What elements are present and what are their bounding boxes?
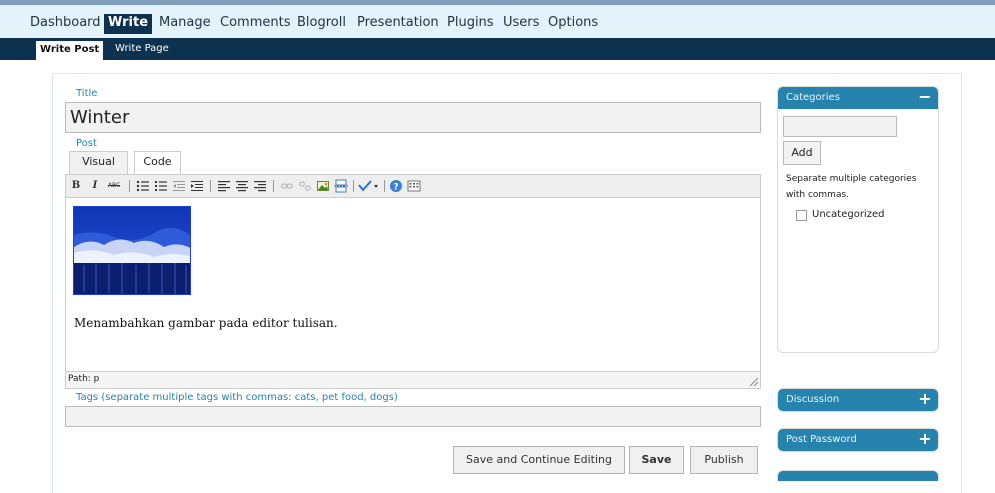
tab-visual[interactable]: Visual <box>69 151 128 174</box>
editor-statusbar: Path: p <box>66 371 760 388</box>
categories-box: Categories − Add Separate multiple categ… <box>777 86 939 353</box>
title-input[interactable] <box>65 102 761 133</box>
numbered-list-icon[interactable] <box>154 179 168 193</box>
strikethrough-icon[interactable]: ABC <box>104 179 124 193</box>
outdent-icon[interactable] <box>172 179 186 193</box>
align-left-icon[interactable] <box>217 179 231 193</box>
nav-presentation[interactable]: Presentation <box>357 15 439 35</box>
collapse-icon[interactable]: − <box>918 89 932 105</box>
discussion-header[interactable]: Discussion + <box>778 389 938 411</box>
italic-icon[interactable]: I <box>88 179 102 193</box>
discussion-box: Discussion + <box>777 388 939 412</box>
svg-text:?: ? <box>393 183 398 193</box>
resize-handle-icon[interactable] <box>748 376 759 387</box>
nav-write[interactable]: Write <box>104 14 153 34</box>
discussion-title: Discussion <box>786 394 840 405</box>
next-sidebar-header[interactable] <box>778 471 938 481</box>
bold-icon[interactable]: B <box>69 179 83 193</box>
editor-toolbar: B I ABC ? <box>66 175 760 198</box>
subnav-write-page[interactable]: Write Page <box>115 41 169 58</box>
new-category-input[interactable] <box>783 116 897 137</box>
expand-icon[interactable]: + <box>918 431 932 447</box>
nav-dashboard[interactable]: Dashboard <box>30 15 101 35</box>
toolbar-separator <box>129 180 130 192</box>
align-right-icon[interactable] <box>253 179 267 193</box>
top-navigation: Dashboard Write Manage Comments Blogroll… <box>0 0 995 38</box>
next-sidebar-box <box>777 470 939 481</box>
nav-comments[interactable]: Comments <box>220 15 290 35</box>
winter-image[interactable] <box>73 206 191 295</box>
toolbar-separator <box>273 180 274 192</box>
categories-header[interactable]: Categories − <box>778 87 938 109</box>
align-center-icon[interactable] <box>235 179 249 193</box>
link-icon[interactable] <box>280 179 294 193</box>
post-password-box: Post Password + <box>777 428 939 452</box>
save-continue-button[interactable]: Save and Continue Editing <box>453 446 625 474</box>
nav-options[interactable]: Options <box>548 15 598 35</box>
help-icon[interactable]: ? <box>389 179 403 193</box>
nav-plugins[interactable]: Plugins <box>447 15 494 35</box>
category-label: Uncategorized <box>812 209 885 220</box>
expand-icon[interactable]: + <box>918 391 932 407</box>
spellcheck-icon[interactable] <box>358 179 380 193</box>
bullet-list-icon[interactable] <box>136 179 150 193</box>
categories-title: Categories <box>786 92 840 103</box>
subnav-write-post[interactable]: Write Post <box>36 41 104 60</box>
image-icon[interactable] <box>316 179 330 193</box>
rich-text-editor: B I ABC ? Menambahkan gambar pada editor… <box>65 174 761 389</box>
tab-code[interactable]: Code <box>134 151 181 174</box>
toolbar-separator <box>353 180 354 192</box>
toolbar-separator <box>384 180 385 192</box>
toolbar-separator <box>210 180 211 192</box>
page-break-icon[interactable] <box>334 179 348 193</box>
tags-input[interactable] <box>65 406 761 427</box>
add-category-button[interactable]: Add <box>783 141 821 165</box>
post-password-title: Post Password <box>786 434 857 445</box>
status-path: Path: p <box>68 374 100 384</box>
post-label: Post <box>76 138 97 149</box>
tags-label: Tags (separate multiple tags with commas… <box>76 392 398 403</box>
save-button[interactable]: Save <box>629 446 684 474</box>
title-label: Title <box>76 88 98 99</box>
nav-manage[interactable]: Manage <box>159 15 211 35</box>
categories-help-text: Separate multiple categories with commas… <box>786 174 917 200</box>
sub-navigation: Write Post Write Page <box>0 38 995 60</box>
publish-button[interactable]: Publish <box>690 446 758 474</box>
post-password-header[interactable]: Post Password + <box>778 429 938 451</box>
nav-blogroll[interactable]: Blogroll <box>297 15 346 35</box>
indent-icon[interactable] <box>190 179 204 193</box>
kitchen-sink-icon[interactable] <box>407 179 421 193</box>
unlink-icon[interactable] <box>298 179 312 193</box>
nav-users[interactable]: Users <box>503 15 539 35</box>
category-checkbox[interactable] <box>796 210 807 221</box>
editor-content-text[interactable]: Menambahkan gambar pada editor tulisan. <box>74 316 338 330</box>
